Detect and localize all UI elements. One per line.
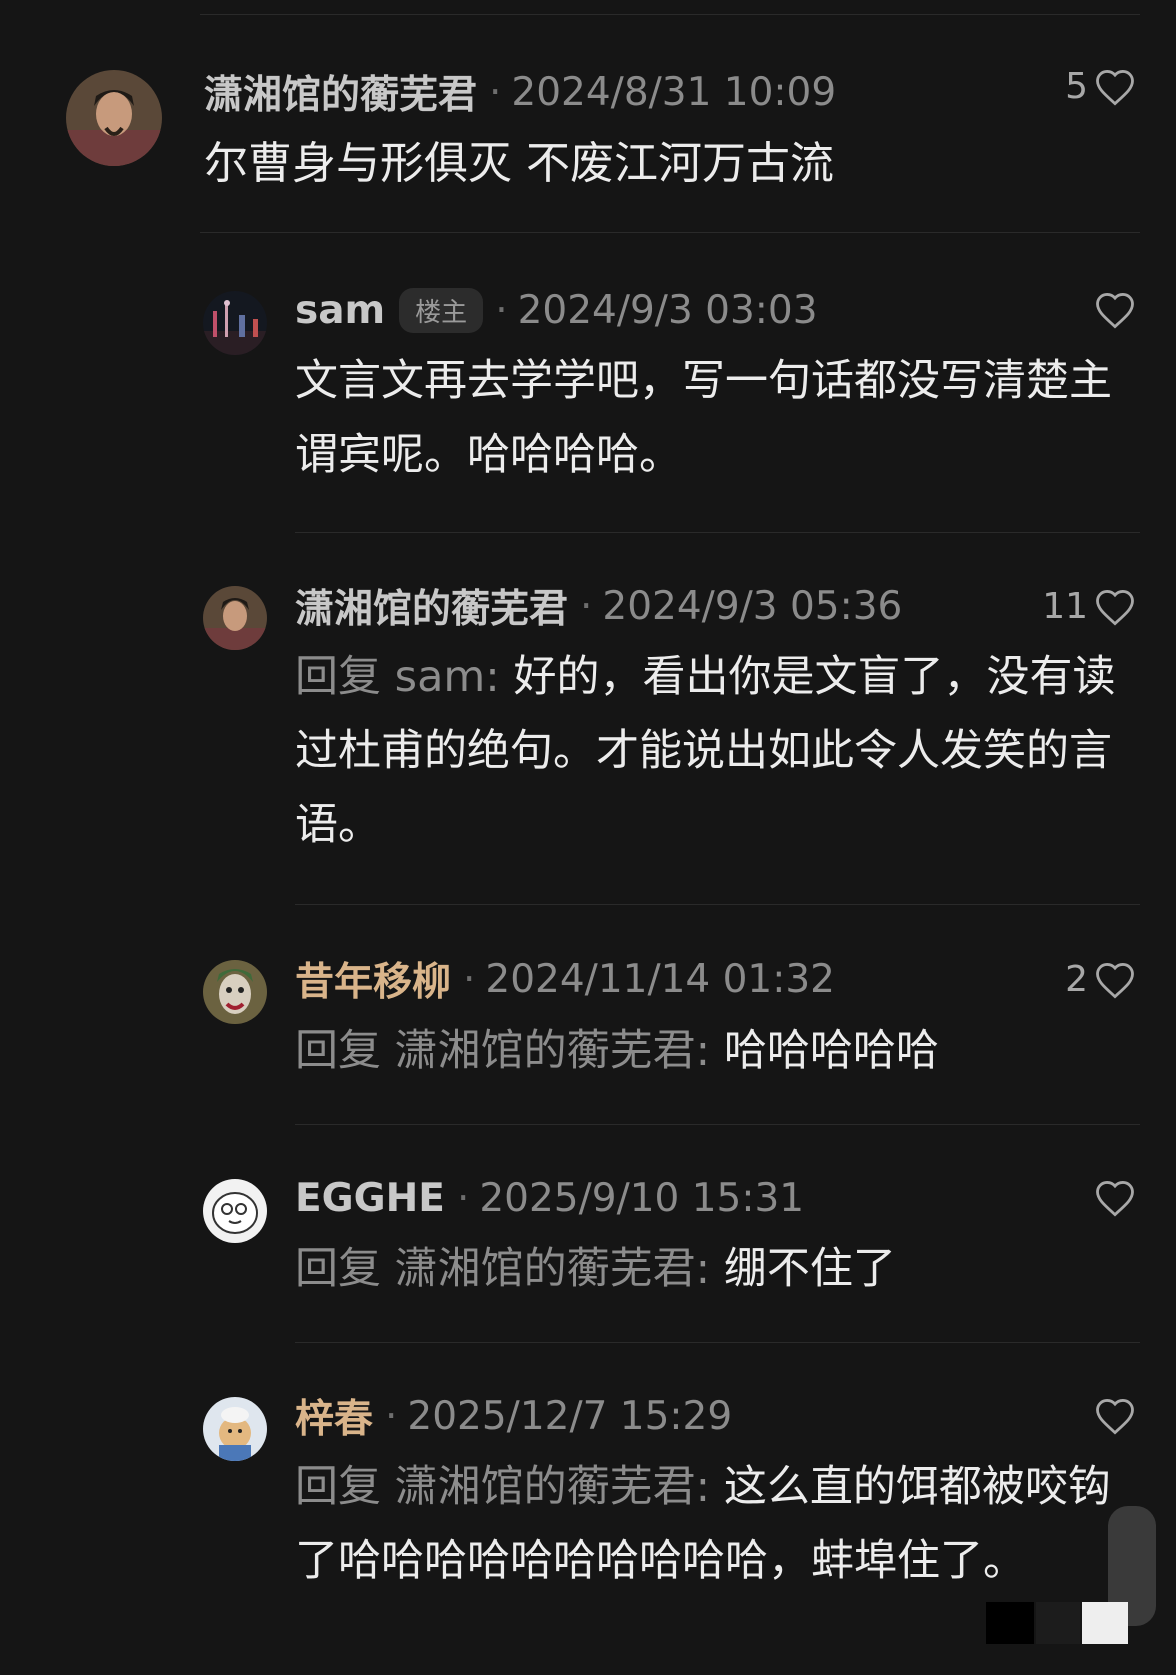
separator: · <box>495 287 508 333</box>
separator: · <box>580 583 593 629</box>
redaction-block <box>1036 1602 1080 1644</box>
heart-icon <box>1094 960 1136 1000</box>
like-button[interactable]: 11 <box>1042 586 1136 627</box>
username[interactable]: 昔年移柳 <box>295 951 451 1007</box>
reply-prefix: 回复 sam: <box>295 652 514 702</box>
like-count: 5 <box>1065 66 1088 107</box>
username[interactable]: sam <box>295 288 385 333</box>
reply-text: 哈哈哈哈哈 <box>723 1026 939 1076</box>
comment-1: 潇湘馆的蘅芜君 · 2024/8/31 10:09 5 尔曹身与形俱灭 不废江河… <box>0 0 1176 232</box>
comment-meta: 昔年移柳 · 2024/11/14 01:32 <box>295 951 835 1007</box>
timestamp: 2025/12/7 15:29 <box>407 1393 733 1439</box>
username[interactable]: 梓春 <box>295 1388 373 1444</box>
like-button[interactable] <box>1088 290 1136 330</box>
reply-text: 绷不住了 <box>723 1244 896 1294</box>
like-count: 2 <box>1065 959 1088 1000</box>
comment-meta: 梓春 · 2025/12/7 15:29 <box>295 1388 732 1444</box>
avatar[interactable] <box>203 586 267 650</box>
separator: · <box>463 956 476 1002</box>
redaction-block <box>1082 1602 1128 1644</box>
reply-prefix: 回复 潇湘馆的蘅芜君: <box>295 1026 724 1076</box>
heart-icon <box>1094 67 1136 107</box>
divider <box>295 532 1140 533</box>
comment-text: 回复 潇湘馆的蘅芜君: 这么直的饵都被咬钩了哈哈哈哈哈哈哈哈哈哈，蚌埠住了。 <box>295 1450 1141 1598</box>
username[interactable]: 潇湘馆的蘅芜君 <box>295 578 568 634</box>
comment-text: 回复 潇湘馆的蘅芜君: 哈哈哈哈哈 <box>295 1014 1141 1088</box>
avatar[interactable] <box>203 1397 267 1461</box>
divider <box>295 1124 1140 1125</box>
comment-meta: sam 楼主 · 2024/9/3 03:03 <box>295 282 818 338</box>
comment-text: 回复 潇湘馆的蘅芜君: 绷不住了 <box>295 1232 1141 1306</box>
comment-meta: 潇湘馆的蘅芜君 · 2024/8/31 10:09 <box>204 64 836 120</box>
heart-icon <box>1094 1178 1136 1218</box>
timestamp: 2024/11/14 01:32 <box>485 956 835 1002</box>
username[interactable]: 潇湘馆的蘅芜君 <box>204 64 477 120</box>
comment-text: 回复 sam: 好的，看出你是文盲了，没有读过杜甫的绝句。才能说出如此令人发笑的… <box>295 640 1141 862</box>
divider <box>295 904 1140 905</box>
separator: · <box>456 1175 470 1221</box>
timestamp: 2025/9/10 15:31 <box>479 1175 805 1221</box>
like-button[interactable] <box>1088 1396 1136 1436</box>
comment-meta: 潇湘馆的蘅芜君 · 2024/9/3 05:36 <box>295 578 902 634</box>
reply-prefix: 回复 潇湘馆的蘅芜君: <box>295 1462 724 1512</box>
comment-meta: EGGHE · 2025/9/10 15:31 <box>295 1170 804 1226</box>
avatar[interactable] <box>66 70 162 166</box>
avatar[interactable] <box>203 291 267 355</box>
comment-text: 文言文再去学学吧，写一句话都没写清楚主谓宾呢。哈哈哈哈。 <box>295 356 1112 480</box>
like-button[interactable] <box>1088 1178 1136 1218</box>
heart-icon <box>1094 587 1136 627</box>
like-button[interactable]: 2 <box>1065 959 1136 1000</box>
divider <box>200 232 1140 233</box>
author-badge: 楼主 <box>399 287 484 333</box>
separator: · <box>489 69 502 115</box>
username[interactable]: EGGHE <box>295 1176 445 1221</box>
reply-prefix: 回复 潇湘馆的蘅芜君: <box>295 1244 724 1294</box>
heart-icon <box>1094 1396 1136 1436</box>
divider <box>295 1342 1140 1343</box>
separator: · <box>385 1393 398 1439</box>
redaction-block <box>986 1602 1034 1644</box>
timestamp: 2024/8/31 10:09 <box>511 69 837 115</box>
avatar[interactable] <box>203 1179 267 1243</box>
avatar[interactable] <box>203 960 267 1024</box>
like-count: 11 <box>1042 586 1088 627</box>
heart-icon <box>1094 290 1136 330</box>
timestamp: 2024/9/3 03:03 <box>517 287 818 333</box>
timestamp: 2024/9/3 05:36 <box>602 583 903 629</box>
like-button[interactable]: 5 <box>1065 66 1136 107</box>
comment-text: 尔曹身与形俱灭 不废江河万古流 <box>204 138 834 189</box>
